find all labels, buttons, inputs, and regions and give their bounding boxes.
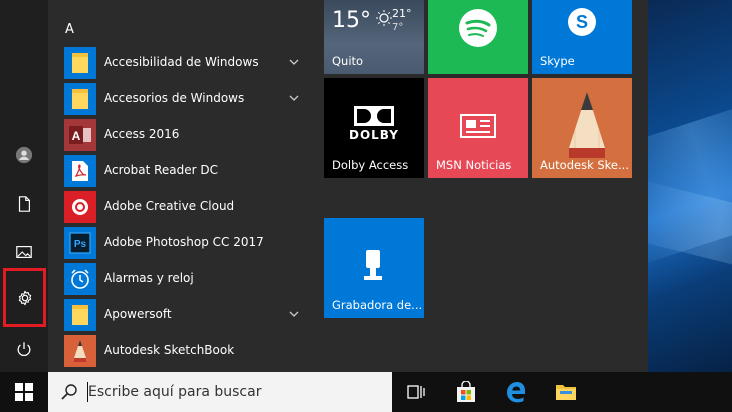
dolby-logo-icon [354,106,394,126]
msn-noticias-tile[interactable]: MSN Noticias [428,78,528,178]
settings-button[interactable] [3,268,46,327]
edge-icon [507,382,525,403]
windows-logo-icon [15,383,33,401]
power-icon [17,342,31,356]
weather-high: 21° [392,7,412,20]
gear-icon [18,290,31,305]
photoshop-icon: Ps [64,227,96,259]
tile-label: Grabadora de... [332,298,423,312]
app-item-alarmas[interactable]: Alarmas y reloj [48,261,310,297]
grabadora-tile[interactable]: Grabadora de... [324,218,424,318]
folder-explorer-icon [556,385,576,400]
user-account-button[interactable] [0,132,48,178]
creative-cloud-icon [64,191,96,223]
app-label: Alarmas y reloj [104,271,194,285]
tile-label: MSN Noticias [436,158,512,172]
autodesk-sketchbook-tile[interactable]: Autodesk Ske... [532,78,632,178]
microphone-icon [364,250,382,280]
news-icon [460,114,496,138]
folder-icon [64,47,96,79]
start-menu: A Accesibilidad de Windows Accesorios de… [0,0,648,372]
access-icon: A [64,119,96,151]
documents-button[interactable] [0,181,48,227]
power-button[interactable] [0,326,48,372]
tile-area: 15° 21° 7° Quito S Skype DOLBY Dolby Acc… [310,0,648,372]
taskbar: Escribe aquí para buscar [0,372,732,412]
task-view-icon [407,385,425,399]
svg-text:S: S [576,12,588,32]
search-box[interactable]: Escribe aquí para buscar [48,372,392,412]
chevron-down-icon[interactable] [288,308,300,320]
spotify-tile[interactable] [428,0,528,74]
app-item-accesibilidad[interactable]: Accesibilidad de Windows [48,45,310,81]
skype-tile[interactable]: S Skype [532,0,632,74]
app-label: Accesibilidad de Windows [104,55,259,69]
user-icon [15,146,33,164]
skype-icon: S [568,8,596,36]
dolby-access-tile[interactable]: DOLBY Dolby Access [324,78,424,178]
app-item-apowersoft[interactable]: Apowersoft [48,297,310,333]
folder-icon [64,299,96,331]
weather-tile[interactable]: 15° 21° 7° Quito [324,0,424,74]
search-icon [61,384,77,400]
app-label: Apowersoft [104,307,172,321]
weather-low: 7° [392,22,404,33]
app-item-acrobat[interactable]: Acrobat Reader DC [48,153,310,189]
app-label: Adobe Photoshop CC 2017 [104,235,264,249]
app-item-accesorios[interactable]: Accesorios de Windows [48,81,310,117]
app-label: Accesorios de Windows [104,91,245,105]
chevron-down-icon[interactable] [288,56,300,68]
start-button[interactable] [0,372,48,412]
chevron-down-icon[interactable] [288,92,300,104]
alarm-clock-icon [64,263,96,295]
file-explorer-button[interactable] [542,372,590,412]
app-label: Autodesk SketchBook [104,343,235,357]
tile-label: Autodesk Ske... [540,158,629,172]
desktop-wallpaper [648,0,732,372]
app-item-creative-cloud[interactable]: Adobe Creative Cloud [48,189,310,225]
dolby-logo-text: DOLBY [349,128,399,142]
app-label: Adobe Creative Cloud [104,199,235,213]
app-item-sketchbook[interactable]: Autodesk SketchBook [48,333,310,369]
acrobat-icon [64,155,96,187]
picture-icon [16,246,32,258]
store-icon [457,381,475,402]
svg-text:Ps: Ps [74,239,87,250]
weather-temp: 15° [332,8,371,33]
svg-text:A: A [72,129,81,143]
app-item-photoshop[interactable]: Ps Adobe Photoshop CC 2017 [48,225,310,261]
document-icon [18,196,30,212]
tile-label: Dolby Access [332,158,409,172]
section-letter[interactable]: A [65,22,74,37]
pencil-icon [569,92,605,158]
tile-label: Skype [540,54,575,68]
search-placeholder[interactable]: Escribe aquí para buscar [88,384,261,400]
app-label: Access 2016 [104,127,180,141]
folder-icon [64,83,96,115]
task-view-button[interactable] [392,372,440,412]
sun-icon [376,10,392,26]
sketchbook-icon [64,335,96,367]
start-rail [0,0,48,372]
spotify-icon [459,9,497,47]
app-label: Acrobat Reader DC [104,163,218,177]
weather-city: Quito [332,54,364,68]
app-list: A Accesibilidad de Windows Accesorios de… [48,0,310,372]
store-button[interactable] [442,372,490,412]
edge-button[interactable] [492,372,540,412]
app-item-access[interactable]: A Access 2016 [48,117,310,153]
